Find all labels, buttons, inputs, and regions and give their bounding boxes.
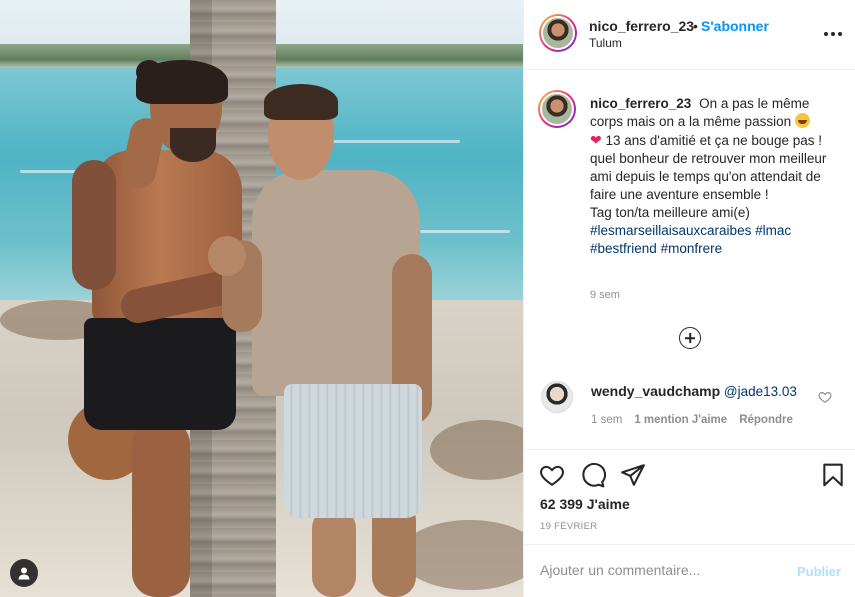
- likes-count[interactable]: 62 399 J'aime: [540, 496, 630, 512]
- laughing-emoji-icon: [794, 113, 810, 128]
- comment-likes-count[interactable]: 1 mention J'aime: [634, 414, 727, 426]
- author-username[interactable]: nico_ferrero_23: [589, 18, 694, 34]
- person2-leg: [312, 508, 356, 597]
- publish-comment-button[interactable]: Publier: [797, 564, 841, 579]
- post-photo[interactable]: [0, 0, 523, 597]
- author-avatar[interactable]: [539, 14, 577, 52]
- caption-text: 13 ans d'amitié et ça ne bouge pas ! que…: [590, 133, 827, 202]
- photo-wave: [420, 230, 510, 233]
- commenter-avatar[interactable]: [541, 381, 573, 413]
- comment: wendy_vaudchamp @jade13.03: [591, 383, 797, 399]
- caption-timestamp[interactable]: 9 sem: [590, 289, 620, 301]
- user-icon: [18, 567, 30, 580]
- header-separator: •: [693, 18, 698, 34]
- person1-hair-bun: [136, 60, 162, 84]
- comment-bubble-icon[interactable]: [580, 462, 606, 488]
- hashtag-link[interactable]: #lesmarseillaisauxcaraibes: [590, 223, 751, 238]
- comment-like-heart-icon[interactable]: [818, 390, 832, 404]
- more-options-button[interactable]: [822, 24, 844, 44]
- post-side-panel: nico_ferrero_23 • S'abonner Tulum nico_f…: [523, 0, 855, 597]
- caption-text: Tag ton/ta meilleure ami(e): [590, 205, 750, 220]
- hashtag-link[interactable]: #monfrere: [661, 241, 723, 256]
- post-header: nico_ferrero_23 • S'abonner Tulum: [524, 0, 855, 70]
- comment-meta: 1 sem 1 mention J'aime Répondre: [591, 414, 793, 426]
- add-comment-bar: Publier: [524, 544, 855, 597]
- person2-fist: [208, 236, 246, 276]
- comment-mention-link[interactable]: @jade13.03: [724, 384, 797, 399]
- save-bookmark-icon[interactable]: [820, 462, 846, 488]
- tagged-users-button[interactable]: [10, 559, 38, 587]
- load-more-comments-button[interactable]: [679, 327, 701, 349]
- caption-author-avatar[interactable]: [538, 90, 576, 128]
- commenter-username[interactable]: wendy_vaudchamp: [591, 383, 720, 399]
- person1-leg: [132, 420, 190, 597]
- post-caption: nico_ferrero_23 On a pas le même corps m…: [590, 95, 840, 258]
- post-date[interactable]: 19 FÉVRIER: [540, 521, 597, 532]
- red-heart-emoji-icon: ❤: [590, 132, 602, 148]
- reply-button[interactable]: Répondre: [739, 414, 793, 426]
- comment-timestamp[interactable]: 1 sem: [591, 414, 622, 426]
- post-actions: 62 399 J'aime 19 FÉVRIER Publier: [524, 449, 855, 597]
- person1-arm: [72, 160, 116, 290]
- like-heart-icon[interactable]: [539, 462, 565, 488]
- caption-username[interactable]: nico_ferrero_23: [590, 96, 691, 111]
- hashtag-link[interactable]: #lmac: [755, 223, 791, 238]
- person2-hair: [264, 84, 338, 120]
- share-paper-plane-icon[interactable]: [620, 462, 646, 488]
- comment-input[interactable]: [540, 562, 780, 578]
- post-location[interactable]: Tulum: [589, 36, 622, 50]
- person1-shorts: [84, 318, 236, 430]
- more-horizontal-icon: [824, 32, 828, 36]
- person2-shorts: [284, 384, 422, 518]
- person1-beard: [170, 128, 216, 162]
- follow-button[interactable]: S'abonner: [701, 18, 769, 34]
- hashtag-link[interactable]: #bestfriend: [590, 241, 657, 256]
